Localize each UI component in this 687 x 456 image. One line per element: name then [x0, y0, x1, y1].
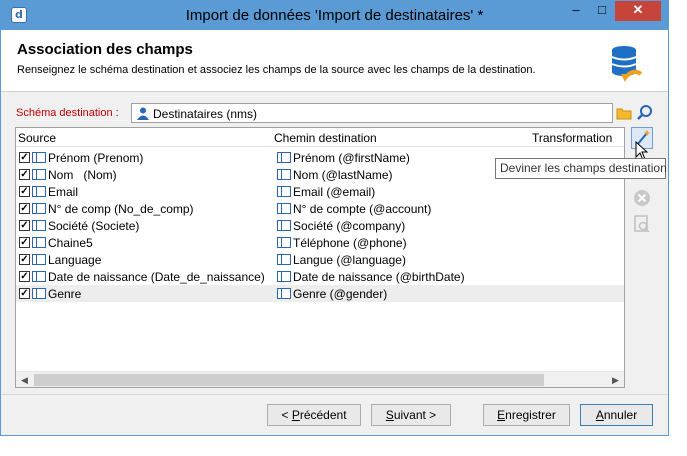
field-icon	[32, 237, 46, 248]
source-field: Date de naissance (Date_de_naissance)	[48, 270, 265, 284]
field-icon	[277, 220, 291, 231]
step-header: Association des champs Renseignez le sch…	[1, 30, 668, 92]
field-icon	[32, 254, 46, 265]
row-checkbox[interactable]: ✓	[19, 254, 30, 265]
scroll-thumb[interactable]	[34, 374, 544, 386]
table-row[interactable]: ✓ Société (Societe) Société (@company)	[16, 217, 624, 234]
field-icon	[32, 220, 46, 231]
next-button[interactable]: Suivant >	[371, 404, 451, 426]
row-checkbox[interactable]: ✓	[19, 186, 30, 197]
title-bar[interactable]: d Import de données 'Import de destinata…	[1, 1, 668, 30]
column-destination[interactable]: Chemin destination	[274, 131, 377, 145]
field-icon	[32, 152, 46, 163]
table-row[interactable]: ✓ Language Langue (@language)	[16, 251, 624, 268]
table-row[interactable]: ✓ Date de naissance (Date_de_naissance) …	[16, 268, 624, 285]
source-field: Email	[48, 185, 79, 199]
schema-input[interactable]: Destinataires (nms)	[131, 103, 613, 123]
destination-field: N° de compte (@account)	[293, 202, 432, 216]
destination-field: Société (@company)	[293, 219, 406, 233]
destination-field: Téléphone (@phone)	[293, 236, 407, 250]
destination-field: Langue (@language)	[293, 253, 406, 267]
footer-buttons: < Précédent Suivant > Enregistrer Annule…	[1, 394, 668, 435]
field-icon	[277, 152, 291, 163]
horizontal-scrollbar[interactable]: ◀ ▶	[16, 371, 624, 387]
destination-field: Email (@email)	[293, 185, 376, 199]
import-window: d Import de données 'Import de destinata…	[0, 0, 669, 436]
field-icon	[277, 254, 291, 265]
cancel-button[interactable]: Annuler	[580, 404, 653, 426]
destination-field: Nom (@lastName)	[293, 168, 393, 182]
column-source[interactable]: Source	[18, 131, 56, 145]
row-checkbox[interactable]: ✓	[19, 203, 30, 214]
source-field: Language	[48, 253, 102, 267]
row-checkbox[interactable]: ✓	[19, 237, 30, 248]
source-field: N° de comp (No_de_comp)	[48, 202, 194, 216]
row-checkbox[interactable]: ✓	[19, 169, 30, 180]
field-icon	[32, 203, 46, 214]
tooltip: Deviner les champs destination	[495, 158, 667, 179]
table-row[interactable]: ✓ Email Email (@email)	[16, 183, 624, 200]
row-checkbox[interactable]: ✓	[19, 152, 30, 163]
scroll-left-button[interactable]: ◀	[16, 372, 33, 387]
source-field: Nom (Nom)	[48, 168, 117, 182]
row-checkbox[interactable]: ✓	[19, 288, 30, 299]
previous-button[interactable]: < Précédent	[267, 404, 361, 426]
source-field: Société (Societe)	[48, 219, 140, 233]
field-icon	[277, 237, 291, 248]
step-title: Association des champs	[17, 41, 193, 58]
maximize-button[interactable]: □	[589, 1, 615, 21]
source-field: Chaine5	[48, 236, 93, 250]
preview-icon[interactable]	[631, 213, 653, 235]
schema-value: Destinataires (nms)	[153, 107, 258, 121]
person-icon	[137, 107, 149, 120]
field-icon	[277, 203, 291, 214]
destination-field: Genre (@gender)	[293, 287, 388, 301]
row-checkbox[interactable]: ✓	[19, 220, 30, 231]
delete-icon[interactable]	[631, 187, 653, 209]
database-arrow-icon	[611, 46, 643, 82]
field-icon	[32, 271, 46, 282]
row-checkbox[interactable]: ✓	[19, 271, 30, 282]
scroll-right-button[interactable]: ▶	[607, 372, 624, 387]
close-button[interactable]: ✕	[615, 1, 661, 21]
table-row-selected[interactable]: ✓ Genre Genre (@gender)	[16, 285, 624, 302]
field-icon	[32, 169, 46, 180]
schema-label: Schéma destination :	[16, 107, 119, 119]
source-field: Genre	[48, 287, 82, 301]
source-field: Prénom (Prenom)	[48, 151, 144, 165]
search-icon[interactable]	[636, 104, 654, 122]
grid-header: Source Chemin destination Transformation	[16, 128, 624, 147]
destination-field: Prénom (@firstName)	[293, 151, 410, 165]
table-row[interactable]: ✓ Chaine5 Téléphone (@phone)	[16, 234, 624, 251]
table-row[interactable]: ✓ N° de comp (No_de_comp) N° de compte (…	[16, 200, 624, 217]
column-transformation[interactable]: Transformation	[532, 131, 612, 145]
destination-field: Date de naissance (@birthDate)	[293, 270, 465, 284]
folder-icon[interactable]	[616, 105, 632, 121]
field-icon	[277, 288, 291, 299]
minimize-button[interactable]: –	[563, 1, 589, 21]
field-icon	[277, 271, 291, 282]
field-icon	[277, 186, 291, 197]
field-icon	[32, 186, 46, 197]
field-icon	[277, 169, 291, 180]
step-subtitle: Renseignez le schéma destination et asso…	[17, 64, 536, 76]
save-button[interactable]: Enregistrer	[483, 404, 570, 426]
field-icon	[32, 288, 46, 299]
